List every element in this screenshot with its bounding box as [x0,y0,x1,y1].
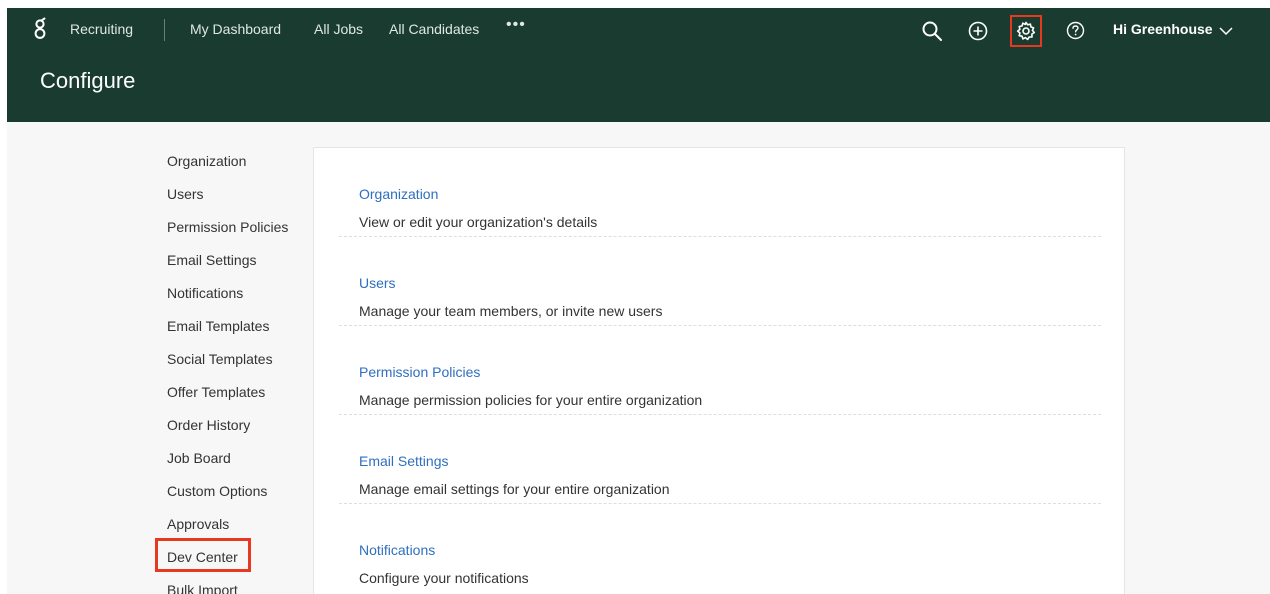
config-section-notifications: Notifications Configure your notificatio… [339,504,1101,593]
config-section-permission-policies: Permission Policies Manage permission po… [339,326,1101,415]
chevron-down-icon [1219,27,1233,36]
sidebar-item-permission-policies[interactable]: Permission Policies [167,214,313,247]
more-menu-button[interactable]: ••• [506,16,526,34]
config-section-organization: Organization View or edit your organizat… [339,148,1101,237]
top-nav-bar: Recruiting My Dashboard All Jobs All Can… [7,8,1270,52]
page-title: Configure [40,68,136,93]
section-title-link[interactable]: Organization [359,186,438,202]
user-menu[interactable]: Hi Greenhouse [1113,21,1233,37]
sidebar-nav: Organization Users Permission Policies E… [167,148,313,594]
sidebar-item-bulk-import[interactable]: Bulk Import [167,577,313,594]
sidebar-item-custom-options[interactable]: Custom Options [167,478,313,511]
nav-all-candidates[interactable]: All Candidates [389,21,479,37]
help-icon[interactable] [1066,21,1085,45]
dev-center-highlight-box [155,538,251,572]
sidebar-item-organization[interactable]: Organization [167,148,313,181]
section-description: Manage your team members, or invite new … [359,303,663,319]
nav-my-dashboard[interactable]: My Dashboard [190,21,281,37]
configure-panel: Organization View or edit your organizat… [313,147,1125,594]
header: Recruiting My Dashboard All Jobs All Can… [7,8,1270,122]
greenhouse-logo-icon[interactable] [31,17,49,41]
sidebar-item-order-history[interactable]: Order History [167,412,313,445]
nav-all-jobs[interactable]: All Jobs [314,21,363,37]
section-title-link[interactable]: Users [359,275,396,291]
plus-circle-icon[interactable] [968,21,988,46]
sidebar-item-email-settings[interactable]: Email Settings [167,247,313,280]
app-name[interactable]: Recruiting [70,21,133,37]
sidebar-item-social-templates[interactable]: Social Templates [167,346,313,379]
sidebar-item-users[interactable]: Users [167,181,313,214]
section-description: Manage permission policies for your enti… [359,392,703,408]
config-section-email-settings: Email Settings Manage email settings for… [339,415,1101,504]
sidebar-item-job-board[interactable]: Job Board [167,445,313,478]
section-description: View or edit your organization's details [359,214,598,230]
section-title-link[interactable]: Permission Policies [359,364,480,380]
search-icon[interactable] [921,20,943,47]
section-description: Manage email settings for your entire or… [359,481,670,497]
gear-highlight-box [1010,15,1042,47]
section-description: Configure your notifications [359,570,529,586]
section-title-link[interactable]: Notifications [359,542,435,558]
user-greeting: Hi Greenhouse [1113,21,1213,37]
sidebar-item-email-templates[interactable]: Email Templates [167,313,313,346]
app-frame: Recruiting My Dashboard All Jobs All Can… [7,8,1270,594]
sidebar-item-offer-templates[interactable]: Offer Templates [167,379,313,412]
divider [164,19,165,41]
sidebar-item-notifications[interactable]: Notifications [167,280,313,313]
config-section-users: Users Manage your team members, or invit… [339,237,1101,326]
section-title-link[interactable]: Email Settings [359,453,448,469]
